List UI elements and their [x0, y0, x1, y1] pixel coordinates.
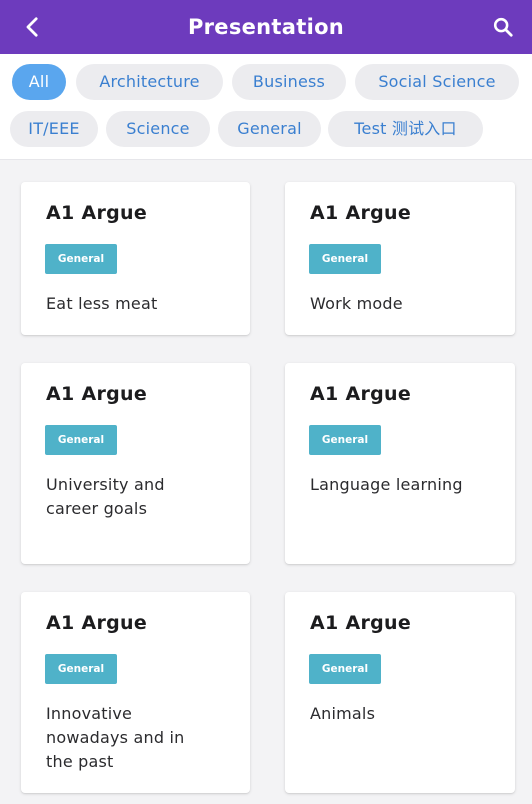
page-title: Presentation	[187, 15, 345, 39]
card-description: Innovative nowadays and in the past	[46, 704, 185, 771]
presentation-card[interactable]: A1 Argue General Work mode	[285, 182, 515, 335]
category-badge: General	[45, 425, 117, 455]
presentation-card[interactable]: A1 Argue General Eat less meat	[21, 182, 250, 335]
app-header: Presentation	[0, 0, 532, 54]
chip-business[interactable]: Business	[232, 64, 346, 100]
chip-social-science[interactable]: Social Science	[355, 64, 519, 100]
card-title: A1 Argue	[310, 202, 412, 224]
presentation-card[interactable]: A1 Argue General Language learning	[285, 363, 515, 564]
card-title: A1 Argue	[310, 612, 412, 634]
category-badge: General	[45, 654, 117, 684]
card-description: Work mode	[310, 294, 403, 313]
chip-architecture[interactable]: Architecture	[76, 64, 223, 100]
chip-science[interactable]: Science	[106, 111, 210, 147]
presentation-card[interactable]: A1 Argue General Innovative nowadays and…	[21, 592, 250, 793]
category-badge: General	[309, 654, 381, 684]
card-description: Animals	[310, 704, 376, 723]
chip-general[interactable]: General	[218, 111, 321, 147]
card-title: A1 Argue	[46, 612, 148, 634]
category-badge: General	[309, 425, 381, 455]
search-icon	[493, 17, 513, 37]
category-filter-bar: All Architecture Business Social Science…	[0, 54, 532, 160]
card-description: Language learning	[310, 475, 463, 494]
card-description: University and career goals	[46, 475, 165, 518]
presentation-card[interactable]: A1 Argue General University and career g…	[21, 363, 250, 564]
presentation-card[interactable]: A1 Argue General Animals	[285, 592, 515, 793]
chip-all[interactable]: All	[12, 64, 66, 100]
chip-test[interactable]: Test 测试入口	[328, 111, 483, 147]
chip-it-eee[interactable]: IT/EEE	[10, 111, 98, 147]
card-description: Eat less meat	[46, 294, 158, 313]
presentation-screen: Presentation All Architecture Business S…	[0, 0, 532, 804]
card-title: A1 Argue	[46, 202, 148, 224]
search-button[interactable]	[488, 12, 518, 42]
card-title: A1 Argue	[46, 383, 148, 405]
category-badge: General	[45, 244, 117, 274]
card-title: A1 Argue	[310, 383, 412, 405]
category-badge: General	[309, 244, 381, 274]
